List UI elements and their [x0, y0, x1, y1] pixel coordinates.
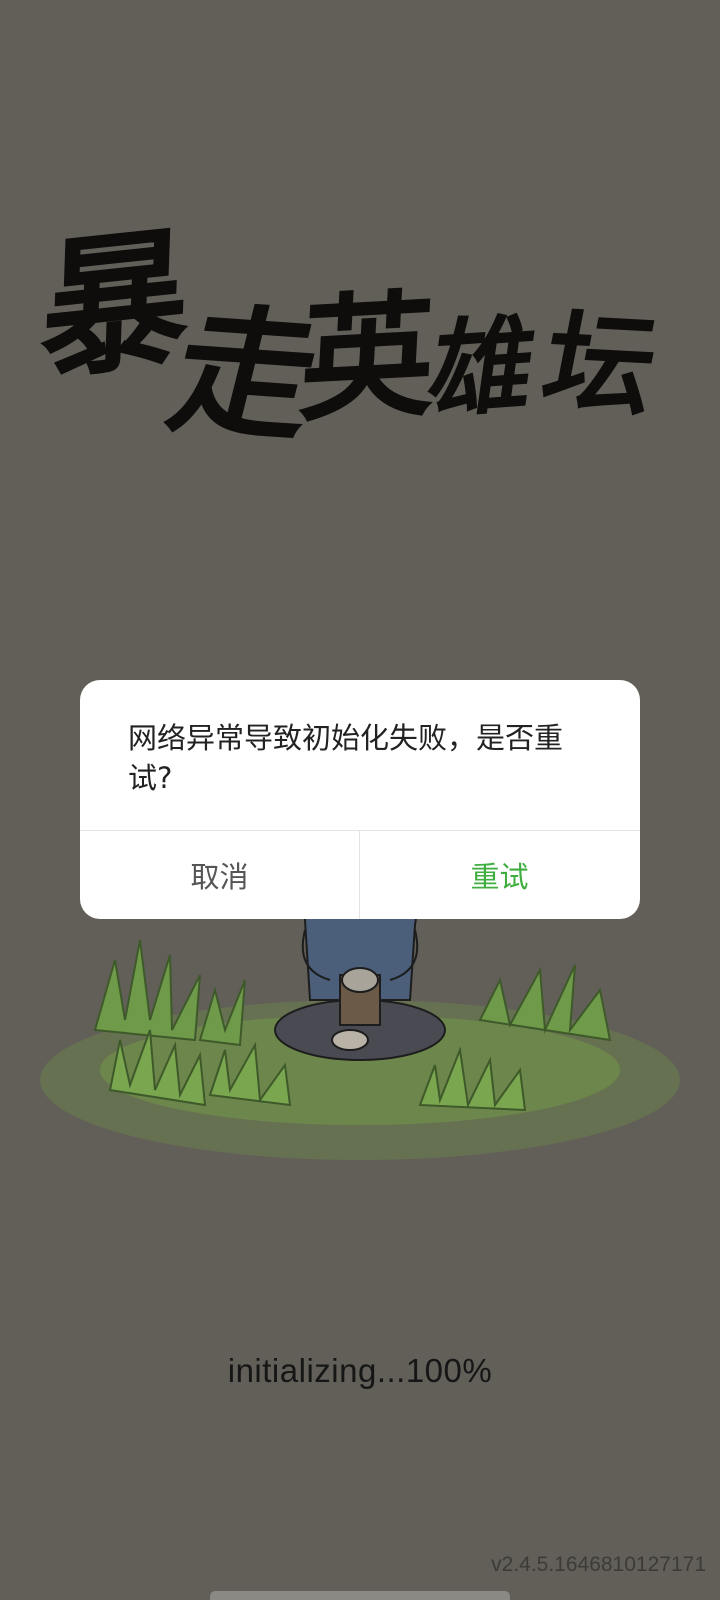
grass-left [93, 939, 246, 1047]
dialog-message: 网络异常导致初始化失败，是否重试? [128, 721, 564, 795]
logo-char: 雄 [421, 300, 544, 434]
character-illustration [40, 889, 680, 1160]
logo-char: 暴 [37, 208, 193, 402]
home-indicator[interactable] [210, 1591, 510, 1600]
network-error-dialog: 网络异常导致初始化失败，是否重试? 取消 重试 [80, 680, 640, 919]
game-title-logo: 暴 走 英 雄 坛 [0, 208, 720, 510]
logo-char: 坛 [532, 297, 668, 432]
retry-button[interactable]: 重试 [360, 831, 639, 919]
cancel-button[interactable]: 取消 [80, 831, 359, 919]
logo-char: 英 [295, 274, 440, 441]
splash-screen: 暴 走 英 雄 坛 initializing...100% v2.4.5.164… [0, 0, 720, 1600]
loading-status: initializing...100% [227, 1352, 493, 1389]
version-label: v2.4.5.1646810127171 [491, 1553, 706, 1576]
